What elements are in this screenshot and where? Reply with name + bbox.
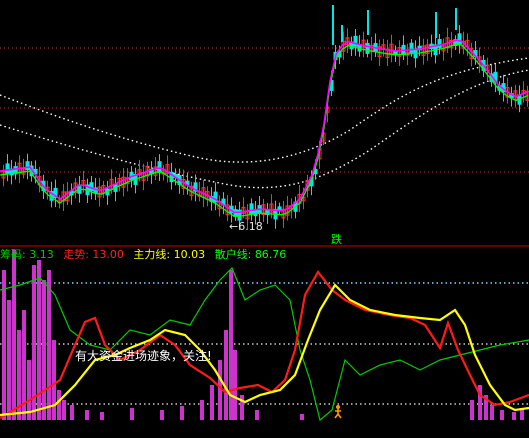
candlestick-group — [1, 5, 529, 231]
main-legend-label: 主力线 — [133, 248, 167, 261]
volume-bar — [210, 385, 214, 420]
volume-bar — [229, 270, 233, 420]
candle-body — [353, 35, 358, 47]
volume-bar — [500, 410, 504, 420]
candle-body — [437, 38, 442, 48]
retail-line — [0, 266, 529, 422]
trend-legend-label: 走势 — [63, 248, 86, 261]
signal-note: 有大资金进场迹象，关注! — [75, 349, 212, 363]
main-legend: 主力线: 10.03 — [133, 248, 206, 261]
candle-body — [457, 33, 462, 45]
trend-line — [0, 270, 529, 419]
ma-long-line — [0, 57, 529, 163]
volume-bar — [512, 412, 516, 420]
volume-bar — [130, 408, 134, 420]
ma-long-line-2 — [0, 69, 529, 189]
candle-body — [157, 161, 162, 172]
volume-bar — [470, 400, 474, 420]
volume-bar — [300, 414, 304, 420]
volume-bar — [57, 390, 61, 420]
volume-bar — [12, 250, 16, 420]
chip-legend: 筹码: 3.13 — [0, 248, 54, 261]
volume-bar — [62, 400, 66, 420]
volume-bar — [100, 412, 104, 420]
retail-legend: 散户线: 86.76 — [214, 248, 287, 261]
volume-bar — [224, 330, 228, 420]
retail-legend-label: 散户线 — [214, 248, 248, 261]
volume-bar — [200, 400, 204, 420]
volume-bar — [233, 350, 237, 420]
candle-body — [89, 182, 94, 192]
signal-label: 跌 — [331, 233, 342, 246]
low-price-label: ←6.18 — [229, 220, 263, 233]
trend-legend: 走势: 13.00 — [63, 248, 124, 261]
retail-legend-value: 86.76 — [254, 248, 287, 261]
candle-body — [25, 161, 30, 170]
volume-bar — [70, 405, 74, 420]
volume-bar — [255, 410, 259, 420]
trend-legend-value: 13.00 — [92, 248, 124, 261]
candle-body — [365, 42, 370, 54]
person-icon — [334, 405, 342, 419]
candle-body — [5, 163, 10, 175]
main-legend-value: 10.03 — [173, 248, 206, 261]
volume-bar — [47, 270, 51, 420]
candle-body — [249, 203, 254, 215]
volume-bar — [2, 270, 6, 420]
volume-bar — [160, 410, 164, 420]
chip-legend-value: 3.13 — [29, 248, 54, 261]
chip-legend-label: 筹码 — [0, 248, 22, 261]
volume-bar — [42, 280, 46, 420]
volume-bar — [7, 300, 11, 420]
kline-chart — [0, 5, 529, 422]
volume-bar — [490, 405, 494, 420]
volume-bar — [85, 410, 89, 420]
volume-bar — [180, 406, 184, 420]
candle-body — [409, 42, 414, 53]
indicator-legend: 筹码: 3.13 走势: 13.00 主力线: 10.03 散户线: 86.76 — [0, 248, 292, 262]
volume-bar — [52, 340, 56, 420]
